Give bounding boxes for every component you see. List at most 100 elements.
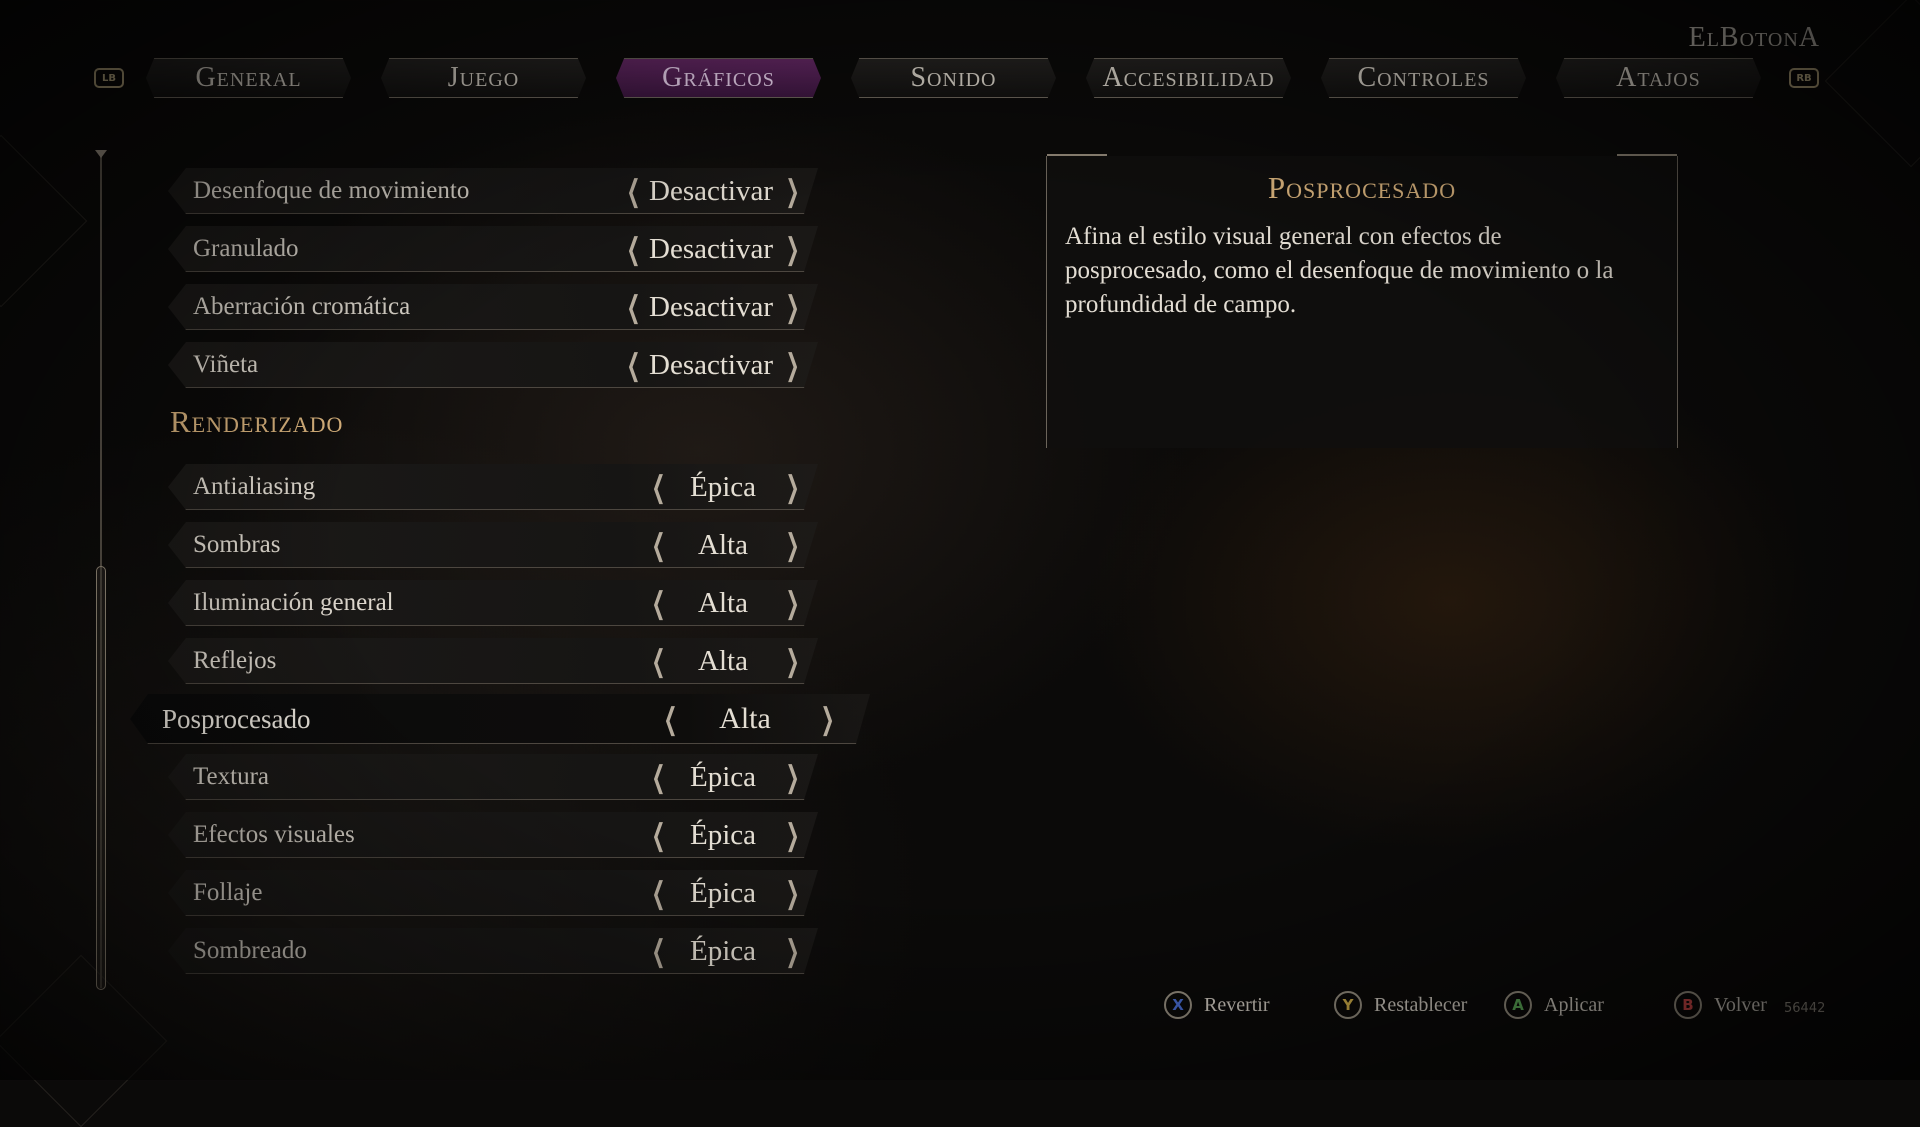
- x-button-icon: X: [1164, 991, 1192, 1019]
- setting-label: Aberración cromática: [193, 293, 411, 320]
- setting-value: Alta: [698, 644, 748, 677]
- setting-row-motion-blur[interactable]: Desenfoque de movimiento ❮ Desactivar ❯: [168, 168, 818, 214]
- arrow-right-icon[interactable]: ❯: [786, 644, 800, 679]
- setting-row-reflections[interactable]: Reflejos ❮ Alta ❯: [168, 638, 818, 684]
- arrow-left-icon[interactable]: ❮: [652, 876, 666, 911]
- tab-general[interactable]: General: [146, 58, 351, 98]
- player-username: ElBotonA: [1688, 22, 1820, 53]
- tab-graficos[interactable]: Gráficos: [616, 58, 821, 98]
- description-panel: Posprocesado Afina el estilo visual gene…: [1046, 154, 1678, 448]
- arrow-right-icon[interactable]: ❯: [786, 934, 800, 969]
- setting-label: Textura: [193, 763, 269, 790]
- setting-value: Alta: [698, 586, 748, 619]
- back-prompt[interactable]: B Volver: [1674, 991, 1767, 1019]
- tab-accesibilidad[interactable]: Accesibilidad: [1086, 58, 1291, 98]
- setting-label: Sombreado: [193, 937, 307, 964]
- arrow-left-icon[interactable]: ❮: [627, 174, 641, 209]
- setting-label: Iluminación general: [193, 589, 394, 616]
- setting-value: Épica: [689, 760, 756, 793]
- tab-graficos-label: Gráficos: [662, 62, 775, 93]
- tab-atajos-label: Atajos: [1616, 62, 1701, 93]
- arrow-right-icon[interactable]: ❯: [786, 348, 800, 383]
- setting-row-chromatic-aberration[interactable]: Aberración cromática ❮ Desactivar ❯: [168, 284, 818, 330]
- tab-sonido[interactable]: Sonido: [851, 58, 1056, 98]
- setting-value: Alta: [719, 702, 771, 735]
- arrow-left-icon[interactable]: ❮: [664, 702, 678, 737]
- section-title-rendering: Renderizado: [170, 404, 344, 439]
- apply-label: Aplicar: [1544, 993, 1604, 1016]
- setting-label: Efectos visuales: [193, 821, 355, 848]
- setting-row-post-processing[interactable]: Posprocesado ❮ Alta ❯: [130, 694, 870, 744]
- setting-row-shading[interactable]: Sombreado ❮ Épica ❯: [168, 928, 818, 974]
- setting-label: Desenfoque de movimiento: [193, 177, 470, 204]
- arrow-right-icon[interactable]: ❯: [786, 818, 800, 853]
- setting-row-global-illumination[interactable]: Iluminación general ❮ Alta ❯: [168, 580, 818, 626]
- setting-label: Follaje: [193, 879, 263, 906]
- setting-row-shadows[interactable]: Sombras ❮ Alta ❯: [168, 522, 818, 568]
- build-number: 56442: [1784, 1001, 1826, 1016]
- arrow-right-icon[interactable]: ❯: [821, 702, 835, 737]
- reset-prompt[interactable]: Y Restablecer: [1334, 991, 1467, 1019]
- tab-atajos[interactable]: Atajos: [1556, 58, 1761, 98]
- apply-prompt[interactable]: A Aplicar: [1504, 991, 1604, 1019]
- arrow-left-icon[interactable]: ❮: [627, 348, 641, 383]
- settings-scrollbar-thumb[interactable]: [96, 566, 106, 990]
- arrow-right-icon[interactable]: ❯: [786, 232, 800, 267]
- setting-value: Épica: [689, 470, 756, 503]
- arrow-left-icon[interactable]: ❮: [652, 818, 666, 853]
- decorative-ornament-left: [0, 134, 88, 308]
- arrow-right-icon[interactable]: ❯: [786, 174, 800, 209]
- setting-row-film-grain[interactable]: Granulado ❮ Desactivar ❯: [168, 226, 818, 272]
- setting-value: Épica: [689, 876, 756, 909]
- setting-row-visual-effects[interactable]: Efectos visuales ❮ Épica ❯: [168, 812, 818, 858]
- tab-controles[interactable]: Controles: [1321, 58, 1526, 98]
- arrow-left-icon[interactable]: ❮: [652, 586, 666, 621]
- arrow-right-icon[interactable]: ❯: [786, 760, 800, 795]
- arrow-left-icon[interactable]: ❮: [652, 528, 666, 563]
- setting-value: Épica: [689, 934, 756, 967]
- setting-row-texture[interactable]: Textura ❮ Épica ❯: [168, 754, 818, 800]
- arrow-left-icon[interactable]: ❮: [627, 232, 641, 267]
- scrollbar-top-cap-icon: [95, 150, 107, 158]
- tab-controles-label: Controles: [1357, 62, 1490, 93]
- arrow-left-icon[interactable]: ❮: [652, 644, 666, 679]
- tab-general-label: General: [195, 62, 302, 93]
- setting-label: Viñeta: [193, 351, 259, 378]
- b-button-icon: B: [1674, 991, 1702, 1019]
- setting-label: Granulado: [193, 235, 299, 262]
- arrow-left-icon[interactable]: ❮: [627, 290, 641, 325]
- arrow-right-icon[interactable]: ❯: [786, 876, 800, 911]
- tab-sonido-label: Sonido: [910, 62, 997, 93]
- arrow-right-icon[interactable]: ❯: [786, 586, 800, 621]
- arrow-right-icon[interactable]: ❯: [786, 528, 800, 563]
- setting-label: Posprocesado: [162, 703, 311, 734]
- arrow-right-icon[interactable]: ❯: [786, 470, 800, 505]
- description-text: Afina el estilo visual general con efect…: [1065, 223, 1614, 318]
- setting-value: Desactivar: [649, 174, 773, 207]
- arrow-left-icon[interactable]: ❮: [652, 760, 666, 795]
- setting-label: Antialiasing: [193, 473, 316, 500]
- setting-row-vignette[interactable]: Viñeta ❮ Desactivar ❯: [168, 342, 818, 388]
- decorative-ornament-right: [1824, 0, 1920, 168]
- setting-value: Desactivar: [649, 290, 773, 323]
- tab-accesibilidad-label: Accesibilidad: [1102, 62, 1275, 93]
- setting-label: Reflejos: [193, 647, 277, 674]
- arrow-left-icon[interactable]: ❮: [652, 934, 666, 969]
- lb-bumper-icon[interactable]: LB: [94, 68, 124, 88]
- back-label: Volver: [1714, 993, 1767, 1016]
- revert-prompt[interactable]: X Revertir: [1164, 991, 1270, 1019]
- a-button-icon: A: [1504, 991, 1532, 1019]
- setting-row-foliage[interactable]: Follaje ❮ Épica ❯: [168, 870, 818, 916]
- revert-label: Revertir: [1204, 993, 1270, 1016]
- setting-value: Alta: [698, 528, 748, 561]
- setting-value: Desactivar: [649, 232, 773, 265]
- setting-row-antialiasing[interactable]: Antialiasing ❮ Épica ❯: [168, 464, 818, 510]
- rb-bumper-icon[interactable]: RB: [1789, 68, 1819, 88]
- arrow-right-icon[interactable]: ❯: [786, 290, 800, 325]
- arrow-left-icon[interactable]: ❮: [652, 470, 666, 505]
- tab-juego[interactable]: Juego: [381, 58, 586, 98]
- setting-value: Épica: [689, 818, 756, 851]
- y-button-icon: Y: [1334, 991, 1362, 1019]
- setting-value: Desactivar: [649, 348, 773, 381]
- decorative-ornament-bottom-left: [0, 954, 168, 1127]
